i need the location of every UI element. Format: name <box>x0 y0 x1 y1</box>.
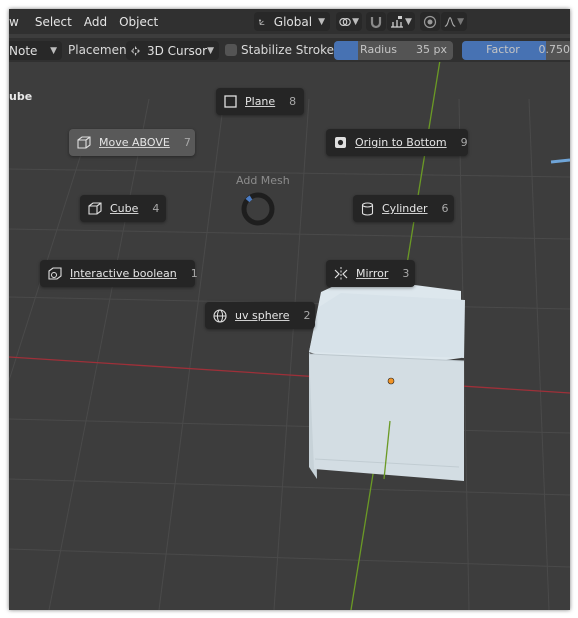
pie-direction-indicator <box>241 192 275 226</box>
magnet-icon <box>370 16 382 28</box>
plane-icon <box>224 95 237 109</box>
pie-item-uv-sphere[interactable]: uv sphere 2 <box>205 302 315 329</box>
pie-item-label: Interactive boolean <box>70 267 177 280</box>
mode-value: Note <box>9 43 38 58</box>
pie-item-origin-to-bottom[interactable]: Origin to Bottom 9 <box>326 129 468 156</box>
snap-toggle[interactable] <box>366 12 386 31</box>
pie-item-key: 1 <box>190 267 198 280</box>
pie-item-key: 4 <box>152 202 160 215</box>
transform-orientation-icon <box>259 18 265 25</box>
active-object-label: ube <box>9 90 33 103</box>
radius-value: 35 px <box>416 43 447 56</box>
cube-move-icon <box>77 135 91 150</box>
stabilize-checkbox[interactable] <box>225 44 237 56</box>
pie-item-label: Plane <box>245 95 276 108</box>
mirror-icon <box>334 266 348 281</box>
pie-item-key: 9 <box>460 136 468 149</box>
default-cube[interactable] <box>308 277 465 481</box>
radius-slider[interactable]: Radius 35 px <box>334 41 453 60</box>
blender-window: w Select Add Object Global ▼ ▼ ▼ ▼ Note … <box>9 9 570 610</box>
factor-slider[interactable]: Factor 0.750 <box>462 41 570 60</box>
snap-target-dropdown[interactable]: ▼ <box>387 12 415 31</box>
chevron-down-icon: ▼ <box>405 16 412 27</box>
menu-object[interactable]: Object <box>113 15 164 29</box>
mode-dropdown[interactable]: Note ▼ <box>9 41 62 60</box>
boolean-icon <box>48 266 62 281</box>
pie-menu-title: Add Mesh <box>236 174 290 187</box>
pie-item-key: 7 <box>183 136 191 149</box>
pie-item-label: Move ABOVE <box>99 136 170 149</box>
pie-item-label: Cube <box>110 202 139 215</box>
menu-add[interactable]: Add <box>78 15 113 29</box>
3d-cursor-icon <box>131 46 140 55</box>
pie-item-cylinder[interactable]: Cylinder 6 <box>353 195 454 222</box>
pivot-dropdown[interactable]: ▼ <box>336 12 362 31</box>
proportional-edit-toggle[interactable] <box>420 12 440 31</box>
chevron-down-icon: ▼ <box>457 16 464 27</box>
pie-item-key: 8 <box>289 95 297 108</box>
origin-dot <box>387 377 395 385</box>
proportional-edit-icon <box>423 15 437 28</box>
cube-icon <box>88 201 102 216</box>
pie-item-move-above[interactable]: Move ABOVE 7 <box>69 129 195 156</box>
snap-increment-icon <box>391 15 403 28</box>
sphere-icon <box>213 308 227 323</box>
pie-item-label: Cylinder <box>382 202 428 215</box>
gizmo-stub <box>550 158 570 164</box>
pie-item-label: Mirror <box>356 267 389 280</box>
cube-front-face <box>309 354 464 481</box>
pie-item-plane[interactable]: Plane 8 <box>216 88 304 115</box>
stabilize-label: Stabilize Stroke <box>241 43 335 57</box>
pie-item-key: 6 <box>441 202 449 215</box>
pivot-icon <box>339 17 351 26</box>
falloff-dropdown[interactable]: ▼ <box>441 12 467 31</box>
menu-view[interactable]: w <box>9 15 25 29</box>
chevron-down-icon: ▼ <box>352 16 359 27</box>
chevron-down-icon: ▼ <box>50 45 57 56</box>
pie-item-key: 2 <box>303 309 311 322</box>
chevron-down-icon: ▼ <box>318 16 325 27</box>
pie-item-label: uv sphere <box>235 309 290 322</box>
menu-select[interactable]: Select <box>29 15 78 29</box>
pie-item-mirror[interactable]: Mirror 3 <box>326 260 415 287</box>
cylinder-icon <box>361 201 374 216</box>
origin-icon <box>334 136 347 150</box>
falloff-curve-icon <box>444 16 456 27</box>
orientation-value: Global <box>273 14 313 29</box>
placement-dropdown[interactable]: 3D Cursor ▼ <box>126 41 219 60</box>
pie-item-cube[interactable]: Cube 4 <box>80 195 166 222</box>
factor-value: 0.750 <box>538 43 571 56</box>
pie-item-key: 3 <box>402 267 410 280</box>
chevron-down-icon: ▼ <box>207 45 214 56</box>
pie-item-label: Origin to Bottom <box>355 136 447 149</box>
placement-value: 3D Cursor <box>146 43 208 58</box>
cube-top <box>309 293 465 358</box>
orientation-dropdown[interactable]: Global ▼ <box>254 12 330 31</box>
pie-item-interactive-boolean[interactable]: Interactive boolean 1 <box>40 260 198 287</box>
